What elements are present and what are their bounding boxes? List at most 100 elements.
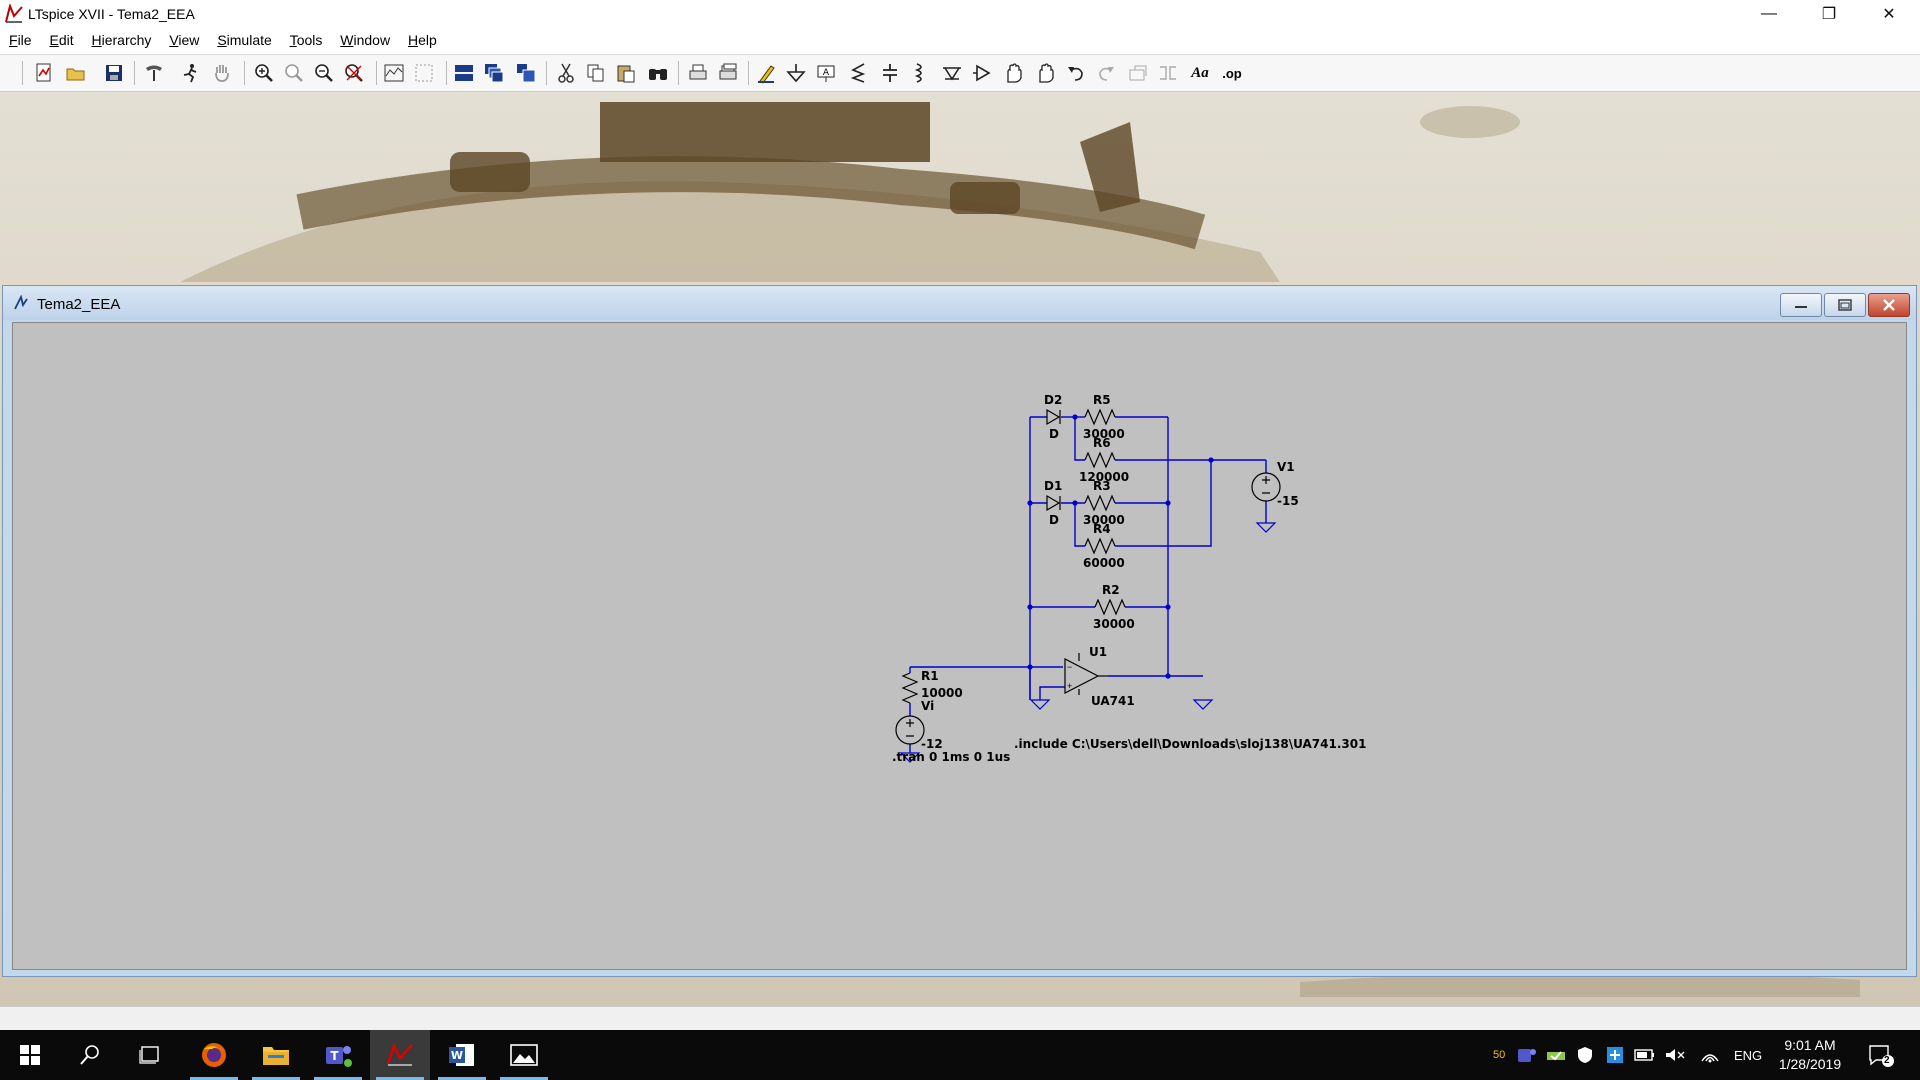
- schematic-window-titlebar[interactable]: Tema2_EEA: [3, 286, 1916, 320]
- toolbar-separator: [134, 61, 135, 85]
- cascade-icon[interactable]: [480, 60, 508, 86]
- firefox-taskbar-button[interactable]: [184, 1030, 244, 1080]
- schematic-window-title: Tema2_EEA: [37, 296, 121, 313]
- menu-view[interactable]: View: [162, 28, 206, 48]
- label-r4-value: 60000: [1083, 556, 1125, 570]
- ltspice-taskbar-button[interactable]: [370, 1030, 430, 1080]
- ground-icon[interactable]: [782, 60, 810, 86]
- mirror-icon[interactable]: [1154, 60, 1182, 86]
- label-vi-name: Vi: [921, 699, 934, 713]
- system-clock[interactable]: 9:01 AM 1/28/2019: [1760, 1036, 1860, 1074]
- photos-taskbar-button[interactable]: [494, 1030, 554, 1080]
- paste-icon[interactable]: [612, 60, 640, 86]
- svg-text:−: −: [1067, 662, 1072, 672]
- opamp-u1: − +: [1064, 653, 1108, 695]
- toolbar-separator: [546, 61, 547, 85]
- open-icon[interactable]: [62, 60, 90, 86]
- control-panel-icon[interactable]: [140, 60, 168, 86]
- autorange-icon[interactable]: [380, 60, 408, 86]
- spice-directive-icon[interactable]: .op: [1218, 60, 1246, 86]
- capacitor-icon[interactable]: [876, 60, 904, 86]
- task-view-button[interactable]: [120, 1030, 180, 1080]
- battery-icon[interactable]: [1634, 1030, 1656, 1080]
- schematic-drawing: − + D2 D R5 30000 R6 120000 D1 D R3 3000…: [892, 393, 1366, 764]
- label-d1-model: D: [1049, 513, 1059, 527]
- inductor-icon[interactable]: [906, 60, 934, 86]
- label-d2-name: D2: [1044, 393, 1062, 407]
- tray-network-drive-icon[interactable]: [1546, 1030, 1566, 1080]
- svg-text:+: +: [1067, 681, 1072, 691]
- restore-button[interactable]: ❐: [1800, 0, 1858, 28]
- junction-dot: [1027, 664, 1033, 670]
- firefox-icon: [202, 1043, 226, 1067]
- label-d1-name: D1: [1044, 479, 1062, 493]
- rotate-icon[interactable]: [1124, 60, 1152, 86]
- word-taskbar-button[interactable]: W: [432, 1030, 492, 1080]
- tray-security-icon[interactable]: [1576, 1030, 1594, 1080]
- zoom-out-icon[interactable]: [310, 60, 338, 86]
- cut-icon[interactable]: [552, 60, 580, 86]
- status-bar: [0, 1006, 1920, 1031]
- tray-badge-number: 50: [1493, 1049, 1506, 1061]
- menu-edit[interactable]: Edit: [42, 28, 80, 48]
- undo-icon[interactable]: [1062, 60, 1090, 86]
- component-icon[interactable]: [968, 60, 996, 86]
- redo-icon[interactable]: [1092, 60, 1120, 86]
- toolbar-separator: [376, 61, 377, 85]
- tray-teams-icon[interactable]: [1517, 1030, 1537, 1080]
- notification-center-button[interactable]: 2: [1868, 1030, 1894, 1080]
- file-explorer-taskbar-button[interactable]: [246, 1030, 306, 1080]
- halt-icon[interactable]: [208, 60, 236, 86]
- menu-hierarchy[interactable]: Hierarchy: [85, 28, 159, 48]
- save-icon[interactable]: [100, 60, 128, 86]
- diode-d1: [1046, 494, 1061, 512]
- word-icon: W: [449, 1044, 474, 1066]
- zoom-in-icon[interactable]: [250, 60, 278, 86]
- volume-muted-icon[interactable]: [1664, 1030, 1686, 1080]
- print-icon[interactable]: [684, 60, 712, 86]
- close-button[interactable]: ✕: [1860, 0, 1918, 28]
- tile-vertical-icon[interactable]: [512, 60, 540, 86]
- ground-symbol: [1255, 522, 1277, 533]
- new-schematic-icon[interactable]: [30, 60, 58, 86]
- setup-icon[interactable]: [410, 60, 438, 86]
- ltspice-app-icon[interactable]: [4, 4, 24, 24]
- zoom-fit-icon[interactable]: [340, 60, 368, 86]
- minimize-icon: [1795, 306, 1807, 308]
- label-r1-value: 10000: [921, 686, 963, 700]
- minimize-button[interactable]: —: [1740, 0, 1798, 28]
- menu-file[interactable]: File: [2, 28, 39, 48]
- wifi-icon[interactable]: [1700, 1030, 1720, 1080]
- menu-tools[interactable]: Tools: [283, 28, 330, 48]
- pan-icon[interactable]: [280, 60, 308, 86]
- search-button[interactable]: [60, 1030, 120, 1080]
- label-r1-name: R1: [921, 669, 939, 683]
- find-icon[interactable]: [644, 60, 672, 86]
- child-close-button[interactable]: [1868, 293, 1910, 317]
- resistor-r2: [1094, 598, 1126, 616]
- menu-simulate[interactable]: Simulate: [210, 28, 278, 48]
- resistor-icon[interactable]: [844, 60, 872, 86]
- menu-help[interactable]: Help: [401, 28, 444, 48]
- menu-window[interactable]: Window: [333, 28, 397, 48]
- tray-app-icon[interactable]: [1606, 1030, 1624, 1080]
- print-preview-icon[interactable]: [714, 60, 742, 86]
- text-icon[interactable]: Aa: [1186, 60, 1214, 86]
- run-icon[interactable]: [176, 60, 204, 86]
- start-button[interactable]: [0, 1030, 60, 1080]
- copy-icon[interactable]: [582, 60, 610, 86]
- draw-wire-icon[interactable]: [752, 60, 780, 86]
- teams-taskbar-button[interactable]: T: [308, 1030, 368, 1080]
- teams-icon: T: [326, 1046, 352, 1067]
- label-net-icon[interactable]: A: [812, 60, 840, 86]
- label-r2-name: R2: [1102, 583, 1120, 597]
- language-indicator[interactable]: ENG: [1734, 1030, 1762, 1080]
- child-minimize-button[interactable]: [1780, 293, 1822, 317]
- schematic-canvas[interactable]: − + D2 D R5 30000 R6 120000 D1 D R3 3000…: [12, 322, 1907, 970]
- tile-horizontal-icon[interactable]: [450, 60, 478, 86]
- diode-icon[interactable]: [938, 60, 966, 86]
- move-icon[interactable]: [1000, 60, 1028, 86]
- taskbar: T W 50 ENG 9:01 AM 1/28/2019 2: [0, 1030, 1920, 1080]
- child-restore-button[interactable]: [1824, 293, 1866, 317]
- drag-icon[interactable]: [1032, 60, 1060, 86]
